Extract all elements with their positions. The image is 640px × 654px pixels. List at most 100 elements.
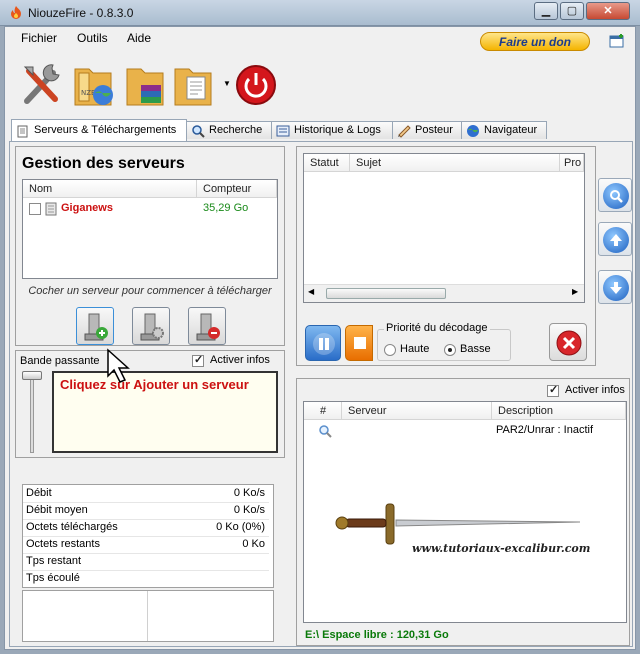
graph-divider <box>147 591 148 641</box>
column-subject[interactable]: Sujet <box>350 154 560 172</box>
rar-folder-icon[interactable] <box>123 59 169 109</box>
server-list[interactable]: Nom Compteur Giganews 35,29 Go <box>22 179 278 279</box>
tab-bar: Serveurs & Téléchargements Recherche His… <box>9 119 629 141</box>
tab-label: Recherche <box>209 124 263 136</box>
server-heading: Gestion des serveurs <box>22 155 185 172</box>
bandwidth-slider-thumb[interactable] <box>22 371 42 380</box>
history-icon <box>276 125 290 137</box>
minimize-button[interactable]: ▁ <box>534 2 558 20</box>
tab-servers-downloads[interactable]: Serveurs & Téléchargements <box>11 119 187 141</box>
stat-value: 0 Ko <box>242 538 265 550</box>
stat-value: 0 Ko (0%) <box>216 521 265 533</box>
pause-button[interactable] <box>305 325 341 361</box>
menu-tools[interactable]: Outils <box>77 31 108 45</box>
tab-label: Navigateur <box>484 124 538 136</box>
bandwidth-panel: Bande passante Activer infos Cliquez sur… <box>15 350 285 458</box>
stat-row: Octets restants 0 Ko <box>23 536 269 554</box>
arrow-down-icon <box>603 275 629 301</box>
tab-label: Historique & Logs <box>294 124 381 136</box>
tab-search[interactable]: Recherche <box>186 121 272 139</box>
nzb-globe-icon[interactable]: NZB <box>71 59 117 109</box>
maximize-button[interactable]: ▢ <box>560 2 584 20</box>
workers-list[interactable]: # Serveur Description PAR2/Unrar : Inact… <box>303 401 627 623</box>
stat-key: Débit moyen <box>26 504 88 516</box>
poster-icon <box>398 125 411 138</box>
column-counter[interactable]: Compteur <box>197 180 277 198</box>
download-tab-icon <box>17 125 28 138</box>
column-status[interactable]: Statut <box>304 154 350 172</box>
workers-activate-checkbox[interactable] <box>547 383 559 397</box>
bandwidth-slider-track[interactable] <box>30 373 34 453</box>
documents-folder-icon[interactable] <box>171 59 217 109</box>
chevron-down-icon[interactable]: ▼ <box>223 79 231 88</box>
scroll-right-icon[interactable]: ▶ <box>572 287 578 296</box>
scroll-left-icon[interactable]: ◀ <box>308 287 314 296</box>
magnifier-icon <box>319 425 332 438</box>
server-name: Giganews <box>61 202 113 214</box>
queue-list[interactable]: Statut Sujet Pro ◀ ▶ <box>303 153 585 303</box>
pause-icon <box>313 333 335 355</box>
stop-button[interactable] <box>345 325 373 361</box>
power-icon[interactable] <box>233 59 279 109</box>
radio-dot <box>448 348 452 352</box>
radio-high[interactable] <box>384 344 396 356</box>
add-server-button[interactable] <box>76 307 114 345</box>
scrollbar-thumb[interactable] <box>326 288 446 299</box>
column-progress[interactable]: Pro <box>560 154 584 172</box>
menu-file[interactable]: Fichier <box>21 31 57 45</box>
tab-browser[interactable]: Navigateur <box>461 121 547 139</box>
remove-server-button[interactable] <box>188 307 226 345</box>
column-description[interactable]: Description <box>492 402 626 420</box>
move-down-button[interactable] <box>598 270 632 304</box>
decode-priority-group: Priorité du décodage Haute Basse <box>377 322 511 361</box>
tooltip-callout: Cliquez sur Ajouter un serveur <box>52 371 278 453</box>
move-up-button[interactable] <box>598 222 632 256</box>
worker-description: PAR2/Unrar : Inactif <box>496 424 593 436</box>
menu-bar: Fichier Outils Aide Faire un don <box>5 27 635 51</box>
stats-table: Débit 0 Ko/s Débit moyen 0 Ko/s Octets tél… <box>22 484 274 588</box>
server-row[interactable]: Giganews 35,29 Go <box>23 200 277 218</box>
window-icon[interactable] <box>609 33 625 49</box>
search-icon <box>603 183 629 209</box>
worker-row[interactable]: PAR2/Unrar : Inactif <box>304 422 626 440</box>
radio-high-label: Haute <box>400 343 430 355</box>
search-button[interactable] <box>598 178 632 212</box>
column-name[interactable]: Nom <box>23 180 197 198</box>
stop-icon <box>354 337 366 349</box>
stat-value: 0 Ko/s <box>233 487 265 499</box>
stat-key: Débit <box>26 487 52 499</box>
tab-poster[interactable]: Posteur <box>392 121 462 139</box>
window-title: NiouzeFire - 0.8.3.0 <box>28 6 134 20</box>
bandwidth-activate-label: Activer infos <box>210 354 270 366</box>
decode-priority-legend: Priorité du décodage <box>384 322 490 334</box>
server-panel: Gestion des serveurs Nom Compteur Gigane… <box>15 146 285 346</box>
title-bar: NiouzeFire - 0.8.3.0 ▁ ▢ ✕ <box>0 0 640 26</box>
column-number[interactable]: # <box>304 402 342 420</box>
close-button[interactable]: ✕ <box>586 2 630 20</box>
menu-help[interactable]: Aide <box>127 31 151 45</box>
tab-label: Serveurs & Téléchargements <box>34 124 177 136</box>
cancel-button[interactable] <box>549 323 587 361</box>
bandwidth-activate-checkbox[interactable] <box>192 353 204 367</box>
horizontal-scrollbar[interactable]: ◀ ▶ <box>304 284 584 302</box>
tab-label: Posteur <box>415 124 453 136</box>
stat-row: Octets téléchargés 0 Ko (0%) <box>23 519 269 537</box>
stat-key: Tps restant <box>26 555 82 567</box>
server-hint: Cocher un serveur pour commencer à téléc… <box>28 285 272 297</box>
server-checkbox[interactable] <box>29 203 41 215</box>
bandwidth-label: Bande passante <box>20 355 100 367</box>
column-server[interactable]: Serveur <box>342 402 492 420</box>
cancel-icon <box>556 330 582 356</box>
server-icon <box>45 202 57 216</box>
mouse-cursor-icon <box>107 348 130 383</box>
donate-button[interactable]: Faire un don <box>480 32 590 51</box>
tools-icon[interactable] <box>19 59 65 109</box>
add-server-icon <box>84 313 108 341</box>
edit-server-button[interactable] <box>132 307 170 345</box>
globe-icon <box>467 125 479 137</box>
radio-low[interactable] <box>444 344 456 356</box>
tab-history-logs[interactable]: Historique & Logs <box>271 121 393 139</box>
app-window: Fichier Outils Aide Faire un don NZB ▼ S… <box>4 26 636 650</box>
stat-row: Tps restant <box>23 553 269 571</box>
free-space-status: E:\ Espace libre : 120,31 Go <box>305 629 449 641</box>
